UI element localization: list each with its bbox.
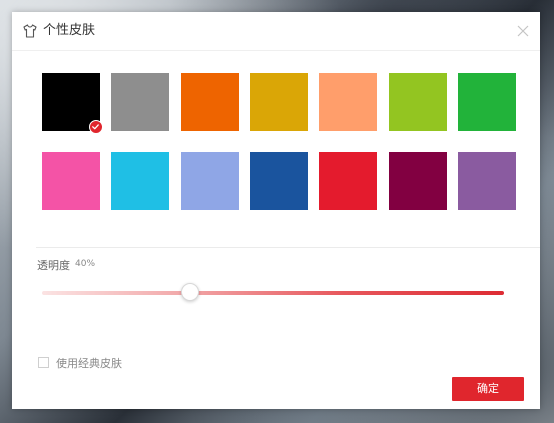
classic-skin-label[interactable]: 使用经典皮肤: [56, 355, 122, 371]
skin-color-swatch[interactable]: [389, 73, 447, 131]
skin-color-swatch[interactable]: [319, 73, 377, 131]
classic-skin-checkbox[interactable]: [38, 357, 49, 368]
skin-color-swatch[interactable]: [111, 152, 169, 210]
skin-dialog: 个性皮肤 透明度 40% 使用经典皮肤 确定: [12, 12, 540, 409]
skin-color-swatch[interactable]: [111, 73, 169, 131]
skin-color-swatch[interactable]: [389, 152, 447, 210]
skin-color-swatch[interactable]: [250, 152, 308, 210]
dialog-title: 个性皮肤: [43, 23, 96, 38]
skin-color-swatch[interactable]: [458, 73, 516, 131]
section-divider: [36, 247, 540, 248]
tshirt-icon: [23, 24, 37, 38]
skin-color-swatch[interactable]: [181, 73, 239, 131]
skin-color-swatch[interactable]: [250, 73, 308, 131]
skin-color-swatch[interactable]: [42, 152, 100, 210]
dialog-titlebar: 个性皮肤: [12, 12, 540, 51]
opacity-label: 透明度: [37, 259, 70, 272]
confirm-button[interactable]: 确定: [452, 377, 524, 401]
skin-color-swatch[interactable]: [42, 73, 103, 134]
skin-color-swatch[interactable]: [181, 152, 239, 210]
opacity-value: 40%: [75, 259, 96, 269]
skin-color-swatch[interactable]: [319, 152, 377, 210]
opacity-slider-thumb[interactable]: [181, 283, 199, 301]
selected-check-icon: [89, 120, 103, 134]
opacity-slider-track[interactable]: [42, 291, 504, 295]
close-icon[interactable]: [514, 22, 532, 40]
skin-color-swatch[interactable]: [458, 152, 516, 210]
